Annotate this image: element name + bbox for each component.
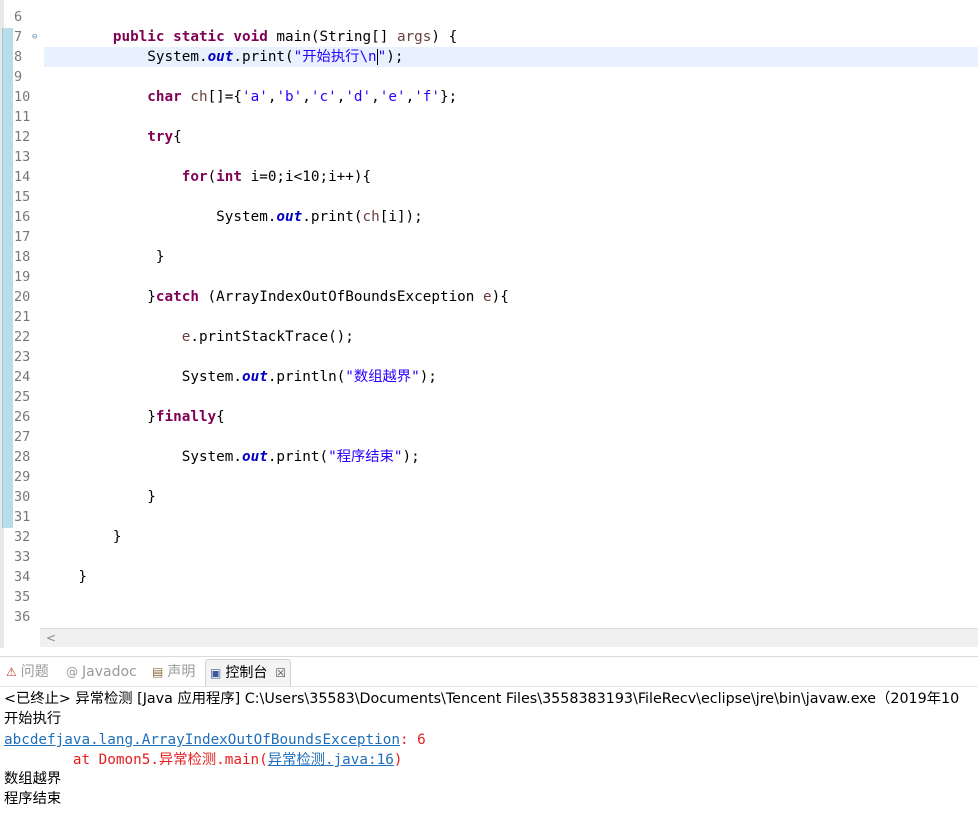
console-line: at Domon5.异常检测.main(异常检测.java:16) <box>4 752 403 768</box>
line-number: 26 <box>14 409 31 425</box>
line-number: 13 <box>14 149 31 165</box>
line-number: 29 <box>14 469 31 485</box>
tab-javadoc[interactable]: @ Javadoc <box>62 659 141 685</box>
console-output[interactable]: <已终止> 异常检测 [Java 应用程序] C:\Users\35583\Do… <box>0 686 978 821</box>
declaration-icon: ▤ <box>152 665 164 679</box>
at-icon: @ <box>66 665 78 679</box>
line-number: 30 <box>14 489 31 505</box>
warning-icon: ⚠ <box>6 665 17 679</box>
tab-declaration[interactable]: ▤ 声明 <box>148 659 199 685</box>
console-icon: ▣ <box>210 666 222 680</box>
line-number: 36 <box>14 609 31 625</box>
code-editor[interactable]: 6 7 ⊖ 8 9 10 11 12 13 14 15 16 17 18 19 20 21 22 23 24 25 26 2… <box>0 0 978 648</box>
close-icon[interactable]: ☒ <box>275 660 286 686</box>
code-line-30[interactable]: } <box>44 487 156 507</box>
console-line: 开始执行 <box>4 711 62 727</box>
code-line-12[interactable]: try{ <box>44 127 181 147</box>
tab-label: 控制台 <box>225 665 268 681</box>
line-number: 34 <box>14 569 31 585</box>
code-line-34[interactable]: } <box>44 567 87 587</box>
code-line-28[interactable]: System.out.print("程序结束"); <box>44 447 420 467</box>
console-line: 数组越界 <box>4 771 62 787</box>
console-process-info: <已终止> 异常检测 [Java 应用程序] C:\Users\35583\Do… <box>4 691 960 707</box>
tab-label: 问题 <box>20 664 49 680</box>
code-line-18[interactable]: } <box>44 247 165 267</box>
code-line-14[interactable]: for(int i=0;i<10;i++){ <box>44 167 371 187</box>
line-number: 19 <box>14 269 31 285</box>
quick-diff-bar <box>2 28 13 528</box>
exception-link[interactable]: abcdefjava.lang.ArrayIndexOutOfBoundsExc… <box>4 732 400 748</box>
line-number: 32 <box>14 529 31 545</box>
line-number: 33 <box>14 549 31 565</box>
fold-collapse-icon[interactable]: ⊖ <box>32 27 37 47</box>
console-line: 程序结束 <box>4 791 62 807</box>
line-number: 28 <box>14 449 31 465</box>
line-number: 21 <box>14 309 31 325</box>
line-number: 14 <box>14 169 31 185</box>
tab-label: 声明 <box>167 664 196 680</box>
line-number: 25 <box>14 389 31 405</box>
code-line-26[interactable]: }finally{ <box>44 407 224 427</box>
line-number: 35 <box>14 589 31 605</box>
code-line-7[interactable]: public static void main(String[] args) { <box>44 27 457 47</box>
line-number: 12 <box>14 129 31 145</box>
line-number: 9 <box>14 69 23 85</box>
line-number: 8 <box>14 49 23 65</box>
line-number: 17 <box>14 229 31 245</box>
tab-label: Javadoc <box>82 664 137 680</box>
line-number: 22 <box>14 329 31 345</box>
line-number: 18 <box>14 249 31 265</box>
line-number: 16 <box>14 209 31 225</box>
code-line-20[interactable]: }catch (ArrayIndexOutOfBoundsException e… <box>44 287 509 307</box>
code-line-22[interactable]: e.printStackTrace(); <box>44 327 354 347</box>
line-number-gutter: 6 7 ⊖ 8 9 10 11 12 13 14 15 16 17 18 19 20 21 22 23 24 25 26 2… <box>14 0 44 640</box>
console-tab-bar: ⚠ 问题 @ Javadoc ▤ 声明 ▣ 控制台 ☒ <box>0 656 978 687</box>
tab-problems[interactable]: ⚠ 问题 <box>2 659 53 685</box>
scroll-left-arrow-icon[interactable]: < <box>46 629 56 647</box>
code-line-16[interactable]: System.out.print(ch[i]); <box>44 207 423 227</box>
line-number: 23 <box>14 349 31 365</box>
code-line-24[interactable]: System.out.println("数组越界"); <box>44 367 437 387</box>
code-line-10[interactable]: char ch[]={'a','b','c','d','e','f'}; <box>44 87 457 107</box>
tab-console[interactable]: ▣ 控制台 ☒ <box>205 659 292 686</box>
source-link[interactable]: 异常检测.java:16 <box>268 752 394 768</box>
code-line-8[interactable]: System.out.print("开始执行\n"); <box>44 47 404 67</box>
line-number: 20 <box>14 289 31 305</box>
line-number: 6 <box>14 9 23 25</box>
code-line-32[interactable]: } <box>44 527 122 547</box>
line-number: 31 <box>14 509 31 525</box>
console-line: abcdefjava.lang.ArrayIndexOutOfBoundsExc… <box>4 732 426 748</box>
horizontal-scrollbar[interactable]: < <box>40 628 978 647</box>
line-number: 27 <box>14 429 31 445</box>
line-number: 10 <box>14 89 31 105</box>
line-number: 15 <box>14 189 31 205</box>
line-number: 11 <box>14 109 31 125</box>
line-number: 24 <box>14 369 31 385</box>
